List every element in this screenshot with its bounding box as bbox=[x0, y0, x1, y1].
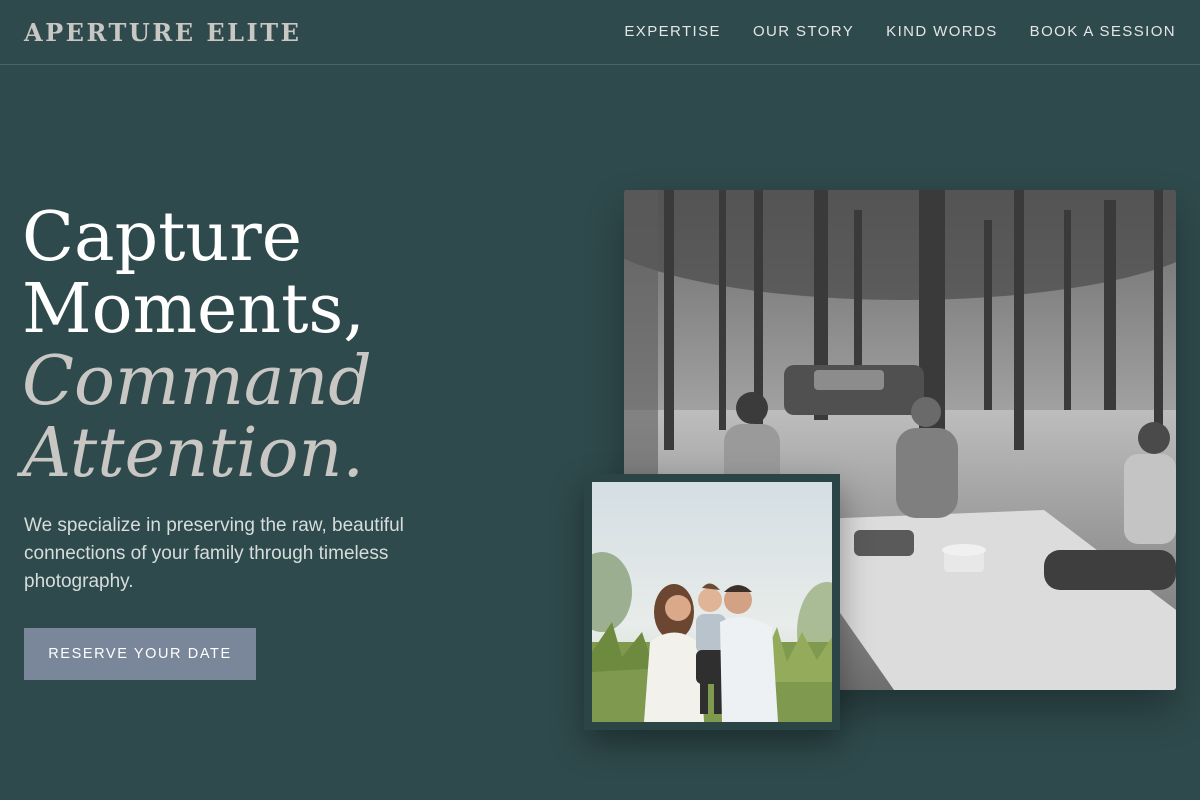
family-photo bbox=[592, 482, 832, 722]
hero-title-accent-line: Command bbox=[22, 342, 372, 421]
nav-link-kind-words[interactable]: KIND WORDS bbox=[886, 23, 998, 40]
site-header: APERTURE ELITE EXPERTISE OUR STORY KIND … bbox=[0, 0, 1200, 65]
reserve-date-button[interactable]: RESERVE YOUR DATE bbox=[24, 628, 256, 680]
hero-title: Capture Moments, Command Attention. bbox=[22, 202, 372, 490]
page: APERTURE ELITE EXPERTISE OUR STORY KIND … bbox=[0, 0, 1200, 800]
nav-link-our-story[interactable]: OUR STORY bbox=[753, 23, 854, 40]
hero-subtitle: We specialize in preserving the raw, bea… bbox=[24, 515, 404, 592]
nav-link-expertise[interactable]: EXPERTISE bbox=[624, 23, 721, 40]
brand-logo[interactable]: APERTURE ELITE bbox=[24, 18, 301, 47]
hero-title-line: Moments, bbox=[22, 270, 365, 349]
main-nav: EXPERTISE OUR STORY KIND WORDS BOOK A SE… bbox=[624, 23, 1176, 40]
hero-title-line: Capture bbox=[22, 198, 302, 277]
family-photo-illustration bbox=[592, 482, 832, 722]
family-photo-frame bbox=[584, 474, 840, 730]
nav-link-book-a-session[interactable]: BOOK A SESSION bbox=[1030, 23, 1176, 40]
hero-title-accent-line: Attention. bbox=[22, 414, 365, 493]
